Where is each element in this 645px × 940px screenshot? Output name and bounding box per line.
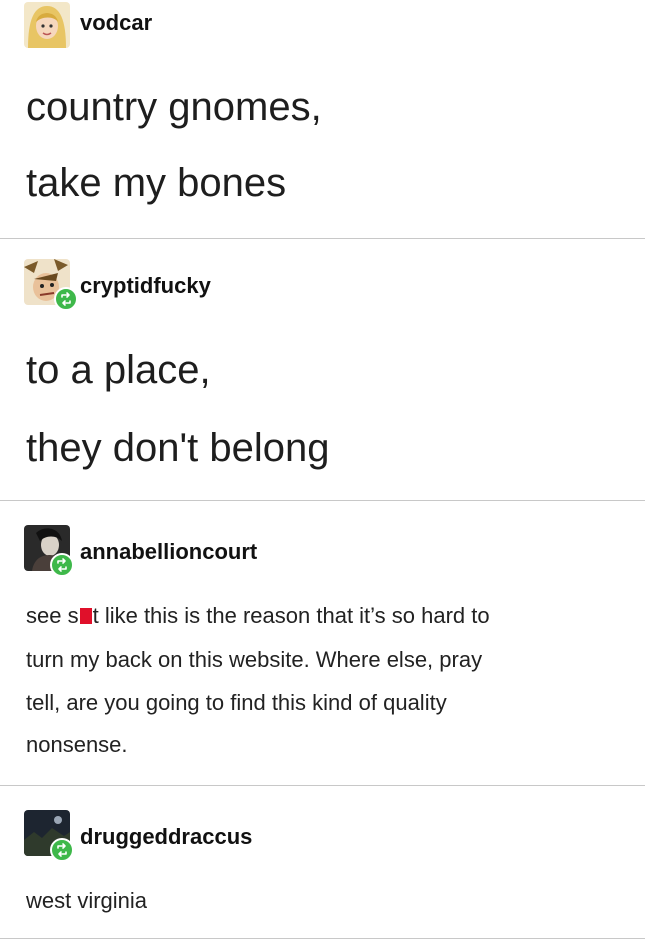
post-header: annabellioncourt [24, 525, 344, 577]
reblog-icon [54, 287, 78, 311]
post-text-line: to a place, [26, 348, 211, 392]
username[interactable]: vodcar [80, 10, 152, 36]
reblog-icon [50, 838, 74, 862]
post-text-line: tell, are you going to find this kind of… [26, 690, 447, 715]
blonde-person-avatar[interactable] [24, 2, 70, 48]
post-cryptidfucky: cryptidfucky to a place, they don't belo… [0, 239, 645, 500]
post-text-line: west virginia [26, 888, 148, 913]
username[interactable]: druggeddraccus [80, 824, 252, 850]
post-header: druggeddraccus [24, 810, 344, 862]
text-fragment: t like this is the reason that it’s so h… [92, 603, 490, 628]
username[interactable]: annabellioncourt [80, 539, 257, 565]
censor-block [79, 608, 92, 624]
post-header: vodcar [24, 2, 324, 52]
post-text-line: they don't belong [26, 426, 330, 470]
post-header: cryptidfucky [24, 259, 324, 311]
post-text-line: see s t like this is the reason that it’s… [26, 594, 490, 637]
post-text-line: nonsense. [26, 732, 128, 757]
post-text-line: country gnomes, [26, 85, 322, 129]
post-annabellioncourt: annabellioncourt see s t like this is the… [0, 501, 645, 785]
text-fragment: see s [26, 603, 79, 628]
post-vodcar: vodcar country gnomes, take my bones [0, 0, 645, 238]
username[interactable]: cryptidfucky [80, 273, 211, 299]
post-druggeddraccus: druggeddraccus west virginia [0, 786, 645, 940]
post-text-line: take my bones [26, 161, 287, 205]
reblog-icon [50, 553, 74, 577]
post-text-line: turn my back on this website. Where else… [26, 647, 483, 672]
divider [0, 938, 645, 939]
